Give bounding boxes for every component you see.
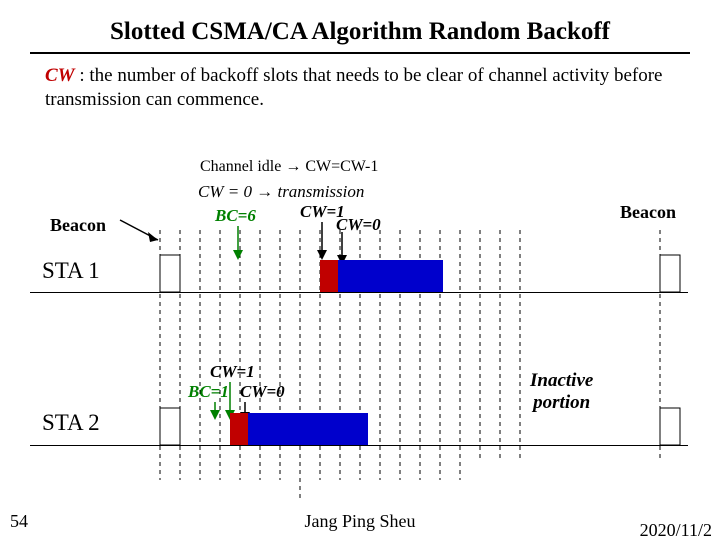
cw-definition: CW : the number of backoff slots that ne… xyxy=(0,54,720,112)
timing-diagram: Channel idle → CW=CW-1 CW = 0 → transmis… xyxy=(30,160,690,500)
diagram-svg xyxy=(30,160,690,500)
author-name: Jang Ping Sheu xyxy=(0,511,720,532)
cw-def-text: : the number of backoff slots that needs… xyxy=(45,65,662,110)
cw-term: CW xyxy=(45,65,75,86)
page-title: Slotted CSMA/CA Algorithm Random Backoff xyxy=(0,0,720,52)
date-stamp: 2020/11/2 xyxy=(640,522,712,538)
